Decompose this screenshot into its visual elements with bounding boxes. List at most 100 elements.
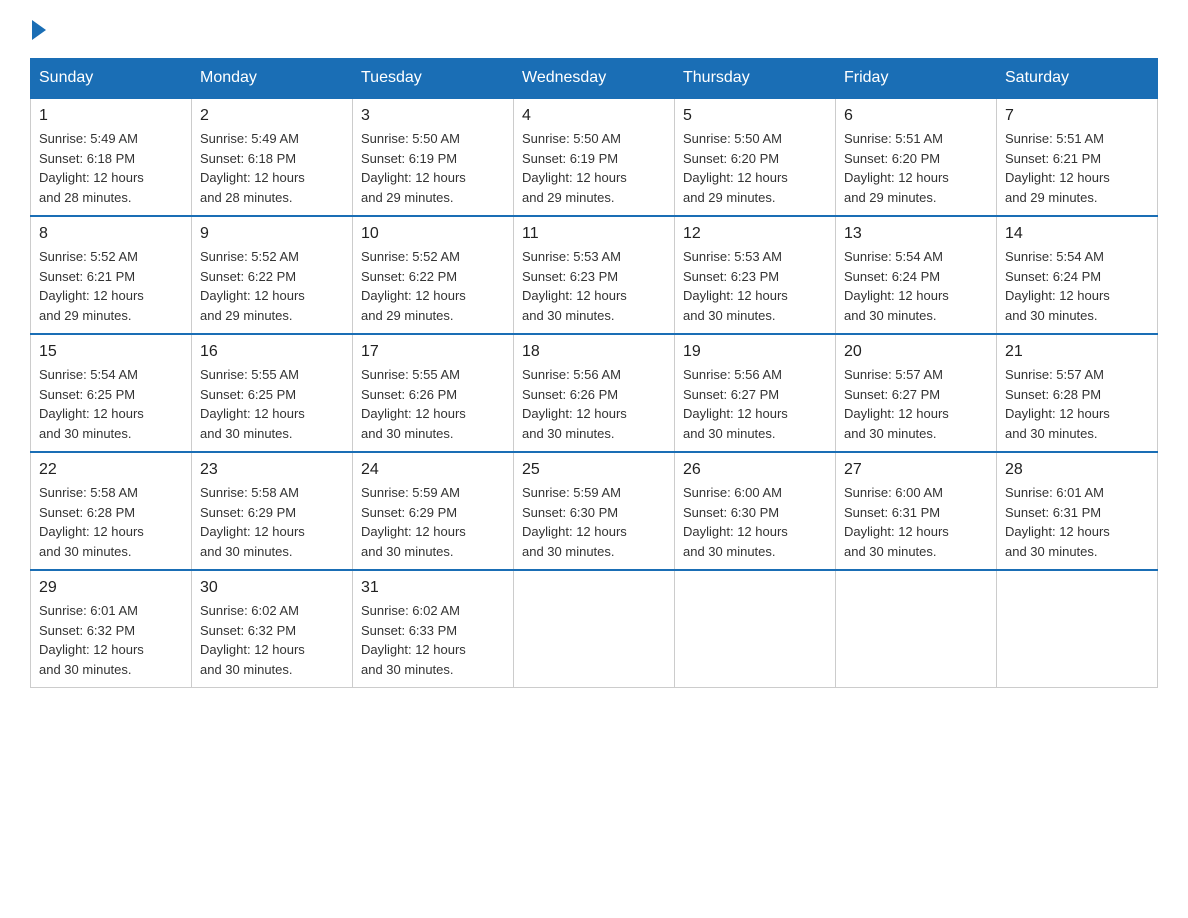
calendar-cell: 8 Sunrise: 5:52 AM Sunset: 6:21 PM Dayli… bbox=[31, 216, 192, 334]
header-saturday: Saturday bbox=[997, 59, 1158, 99]
day-info: Sunrise: 5:52 AM Sunset: 6:22 PM Dayligh… bbox=[361, 247, 505, 325]
day-info: Sunrise: 5:59 AM Sunset: 6:29 PM Dayligh… bbox=[361, 483, 505, 561]
day-info: Sunrise: 5:52 AM Sunset: 6:22 PM Dayligh… bbox=[200, 247, 344, 325]
calendar-cell: 21 Sunrise: 5:57 AM Sunset: 6:28 PM Dayl… bbox=[997, 334, 1158, 452]
calendar-cell: 13 Sunrise: 5:54 AM Sunset: 6:24 PM Dayl… bbox=[836, 216, 997, 334]
day-info: Sunrise: 5:50 AM Sunset: 6:19 PM Dayligh… bbox=[361, 129, 505, 207]
calendar-cell: 26 Sunrise: 6:00 AM Sunset: 6:30 PM Dayl… bbox=[675, 452, 836, 570]
calendar-cell: 20 Sunrise: 5:57 AM Sunset: 6:27 PM Dayl… bbox=[836, 334, 997, 452]
calendar-cell bbox=[997, 570, 1158, 688]
calendar-week-row: 1 Sunrise: 5:49 AM Sunset: 6:18 PM Dayli… bbox=[31, 98, 1158, 216]
day-number: 2 bbox=[200, 107, 344, 125]
calendar-cell bbox=[514, 570, 675, 688]
calendar-header-row: SundayMondayTuesdayWednesdayThursdayFrid… bbox=[31, 59, 1158, 99]
calendar-cell: 30 Sunrise: 6:02 AM Sunset: 6:32 PM Dayl… bbox=[192, 570, 353, 688]
calendar-cell: 27 Sunrise: 6:00 AM Sunset: 6:31 PM Dayl… bbox=[836, 452, 997, 570]
day-number: 23 bbox=[200, 461, 344, 479]
calendar-cell bbox=[675, 570, 836, 688]
day-info: Sunrise: 6:01 AM Sunset: 6:32 PM Dayligh… bbox=[39, 601, 183, 679]
calendar-cell: 9 Sunrise: 5:52 AM Sunset: 6:22 PM Dayli… bbox=[192, 216, 353, 334]
calendar-cell: 25 Sunrise: 5:59 AM Sunset: 6:30 PM Dayl… bbox=[514, 452, 675, 570]
day-info: Sunrise: 5:49 AM Sunset: 6:18 PM Dayligh… bbox=[200, 129, 344, 207]
day-info: Sunrise: 5:51 AM Sunset: 6:21 PM Dayligh… bbox=[1005, 129, 1149, 207]
day-number: 12 bbox=[683, 225, 827, 243]
day-info: Sunrise: 5:56 AM Sunset: 6:26 PM Dayligh… bbox=[522, 365, 666, 443]
calendar-week-row: 22 Sunrise: 5:58 AM Sunset: 6:28 PM Dayl… bbox=[31, 452, 1158, 570]
header-wednesday: Wednesday bbox=[514, 59, 675, 99]
page-header bbox=[30, 20, 1158, 40]
calendar-cell bbox=[836, 570, 997, 688]
day-number: 30 bbox=[200, 579, 344, 597]
day-info: Sunrise: 6:02 AM Sunset: 6:33 PM Dayligh… bbox=[361, 601, 505, 679]
calendar-cell: 23 Sunrise: 5:58 AM Sunset: 6:29 PM Dayl… bbox=[192, 452, 353, 570]
calendar-cell: 24 Sunrise: 5:59 AM Sunset: 6:29 PM Dayl… bbox=[353, 452, 514, 570]
day-number: 21 bbox=[1005, 343, 1149, 361]
day-info: Sunrise: 5:55 AM Sunset: 6:26 PM Dayligh… bbox=[361, 365, 505, 443]
header-monday: Monday bbox=[192, 59, 353, 99]
day-number: 25 bbox=[522, 461, 666, 479]
day-info: Sunrise: 5:55 AM Sunset: 6:25 PM Dayligh… bbox=[200, 365, 344, 443]
calendar-cell: 12 Sunrise: 5:53 AM Sunset: 6:23 PM Dayl… bbox=[675, 216, 836, 334]
day-info: Sunrise: 5:52 AM Sunset: 6:21 PM Dayligh… bbox=[39, 247, 183, 325]
day-info: Sunrise: 5:57 AM Sunset: 6:28 PM Dayligh… bbox=[1005, 365, 1149, 443]
calendar-cell: 10 Sunrise: 5:52 AM Sunset: 6:22 PM Dayl… bbox=[353, 216, 514, 334]
day-number: 1 bbox=[39, 107, 183, 125]
day-info: Sunrise: 6:00 AM Sunset: 6:31 PM Dayligh… bbox=[844, 483, 988, 561]
day-info: Sunrise: 5:54 AM Sunset: 6:24 PM Dayligh… bbox=[1005, 247, 1149, 325]
calendar-cell: 17 Sunrise: 5:55 AM Sunset: 6:26 PM Dayl… bbox=[353, 334, 514, 452]
day-info: Sunrise: 5:53 AM Sunset: 6:23 PM Dayligh… bbox=[522, 247, 666, 325]
day-info: Sunrise: 5:53 AM Sunset: 6:23 PM Dayligh… bbox=[683, 247, 827, 325]
day-number: 9 bbox=[200, 225, 344, 243]
day-number: 26 bbox=[683, 461, 827, 479]
day-number: 29 bbox=[39, 579, 183, 597]
day-number: 18 bbox=[522, 343, 666, 361]
day-number: 5 bbox=[683, 107, 827, 125]
day-info: Sunrise: 5:50 AM Sunset: 6:20 PM Dayligh… bbox=[683, 129, 827, 207]
calendar-cell: 4 Sunrise: 5:50 AM Sunset: 6:19 PM Dayli… bbox=[514, 98, 675, 216]
calendar-cell: 7 Sunrise: 5:51 AM Sunset: 6:21 PM Dayli… bbox=[997, 98, 1158, 216]
calendar-cell: 2 Sunrise: 5:49 AM Sunset: 6:18 PM Dayli… bbox=[192, 98, 353, 216]
day-info: Sunrise: 5:54 AM Sunset: 6:25 PM Dayligh… bbox=[39, 365, 183, 443]
day-info: Sunrise: 5:54 AM Sunset: 6:24 PM Dayligh… bbox=[844, 247, 988, 325]
calendar-cell: 15 Sunrise: 5:54 AM Sunset: 6:25 PM Dayl… bbox=[31, 334, 192, 452]
logo-text bbox=[30, 20, 48, 40]
day-info: Sunrise: 6:01 AM Sunset: 6:31 PM Dayligh… bbox=[1005, 483, 1149, 561]
day-number: 10 bbox=[361, 225, 505, 243]
day-info: Sunrise: 5:56 AM Sunset: 6:27 PM Dayligh… bbox=[683, 365, 827, 443]
day-number: 24 bbox=[361, 461, 505, 479]
calendar-cell: 28 Sunrise: 6:01 AM Sunset: 6:31 PM Dayl… bbox=[997, 452, 1158, 570]
day-number: 19 bbox=[683, 343, 827, 361]
calendar-cell: 5 Sunrise: 5:50 AM Sunset: 6:20 PM Dayli… bbox=[675, 98, 836, 216]
day-number: 14 bbox=[1005, 225, 1149, 243]
logo bbox=[30, 20, 48, 40]
day-number: 20 bbox=[844, 343, 988, 361]
day-info: Sunrise: 6:02 AM Sunset: 6:32 PM Dayligh… bbox=[200, 601, 344, 679]
day-number: 17 bbox=[361, 343, 505, 361]
header-thursday: Thursday bbox=[675, 59, 836, 99]
calendar-cell: 22 Sunrise: 5:58 AM Sunset: 6:28 PM Dayl… bbox=[31, 452, 192, 570]
calendar-cell: 11 Sunrise: 5:53 AM Sunset: 6:23 PM Dayl… bbox=[514, 216, 675, 334]
calendar-cell: 31 Sunrise: 6:02 AM Sunset: 6:33 PM Dayl… bbox=[353, 570, 514, 688]
header-friday: Friday bbox=[836, 59, 997, 99]
day-number: 6 bbox=[844, 107, 988, 125]
calendar-week-row: 8 Sunrise: 5:52 AM Sunset: 6:21 PM Dayli… bbox=[31, 216, 1158, 334]
calendar-cell: 19 Sunrise: 5:56 AM Sunset: 6:27 PM Dayl… bbox=[675, 334, 836, 452]
day-number: 13 bbox=[844, 225, 988, 243]
day-number: 28 bbox=[1005, 461, 1149, 479]
day-info: Sunrise: 5:49 AM Sunset: 6:18 PM Dayligh… bbox=[39, 129, 183, 207]
calendar-week-row: 29 Sunrise: 6:01 AM Sunset: 6:32 PM Dayl… bbox=[31, 570, 1158, 688]
calendar-cell: 16 Sunrise: 5:55 AM Sunset: 6:25 PM Dayl… bbox=[192, 334, 353, 452]
day-number: 11 bbox=[522, 225, 666, 243]
calendar-cell: 6 Sunrise: 5:51 AM Sunset: 6:20 PM Dayli… bbox=[836, 98, 997, 216]
day-info: Sunrise: 5:51 AM Sunset: 6:20 PM Dayligh… bbox=[844, 129, 988, 207]
day-number: 31 bbox=[361, 579, 505, 597]
calendar-table: SundayMondayTuesdayWednesdayThursdayFrid… bbox=[30, 58, 1158, 688]
calendar-week-row: 15 Sunrise: 5:54 AM Sunset: 6:25 PM Dayl… bbox=[31, 334, 1158, 452]
day-number: 15 bbox=[39, 343, 183, 361]
day-info: Sunrise: 5:50 AM Sunset: 6:19 PM Dayligh… bbox=[522, 129, 666, 207]
day-info: Sunrise: 6:00 AM Sunset: 6:30 PM Dayligh… bbox=[683, 483, 827, 561]
day-info: Sunrise: 5:58 AM Sunset: 6:28 PM Dayligh… bbox=[39, 483, 183, 561]
day-number: 22 bbox=[39, 461, 183, 479]
day-number: 8 bbox=[39, 225, 183, 243]
day-number: 27 bbox=[844, 461, 988, 479]
